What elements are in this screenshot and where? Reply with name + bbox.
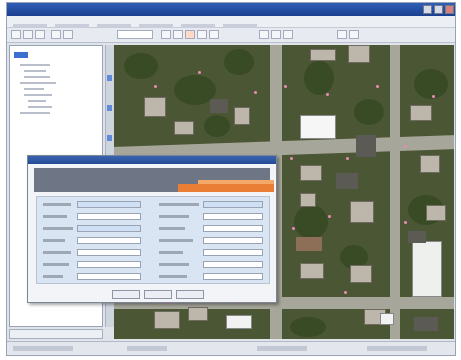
maximize-icon[interactable] xyxy=(434,5,443,14)
dialog-button-2[interactable] xyxy=(144,290,172,299)
toolbar-button[interactable] xyxy=(185,30,195,39)
feature-dialog xyxy=(27,155,277,303)
dialog-title-bar xyxy=(28,156,276,164)
layer-icon[interactable] xyxy=(14,52,28,58)
toolbar-button[interactable] xyxy=(11,30,21,39)
toolbar-button[interactable] xyxy=(23,30,33,39)
toolbar-button[interactable] xyxy=(51,30,61,39)
toc-tabs[interactable] xyxy=(9,329,103,339)
toolbar-button[interactable] xyxy=(337,30,347,39)
toolbar-button[interactable] xyxy=(161,30,171,39)
close-icon[interactable] xyxy=(445,5,454,14)
toolbar-button[interactable] xyxy=(271,30,281,39)
toolbar-button[interactable] xyxy=(349,30,359,39)
toolbar-button[interactable] xyxy=(283,30,293,39)
header-accent-bar xyxy=(178,184,274,192)
app-window xyxy=(6,2,456,356)
dialog-button-3[interactable] xyxy=(176,290,204,299)
status-bar xyxy=(7,341,455,355)
toolbar-button[interactable] xyxy=(259,30,269,39)
scale-box[interactable] xyxy=(117,30,153,39)
toolbar-button[interactable] xyxy=(173,30,183,39)
toolbar-button[interactable] xyxy=(197,30,207,39)
dialog-button-1[interactable] xyxy=(112,290,140,299)
menu-bar[interactable] xyxy=(7,16,455,29)
dialog-form xyxy=(36,196,270,284)
title-bar xyxy=(7,3,455,16)
toolbar-button[interactable] xyxy=(35,30,45,39)
toolbar xyxy=(7,28,455,43)
toolbar-button[interactable] xyxy=(209,30,219,39)
toolbar-button[interactable] xyxy=(63,30,73,39)
minimize-icon[interactable] xyxy=(423,5,432,14)
